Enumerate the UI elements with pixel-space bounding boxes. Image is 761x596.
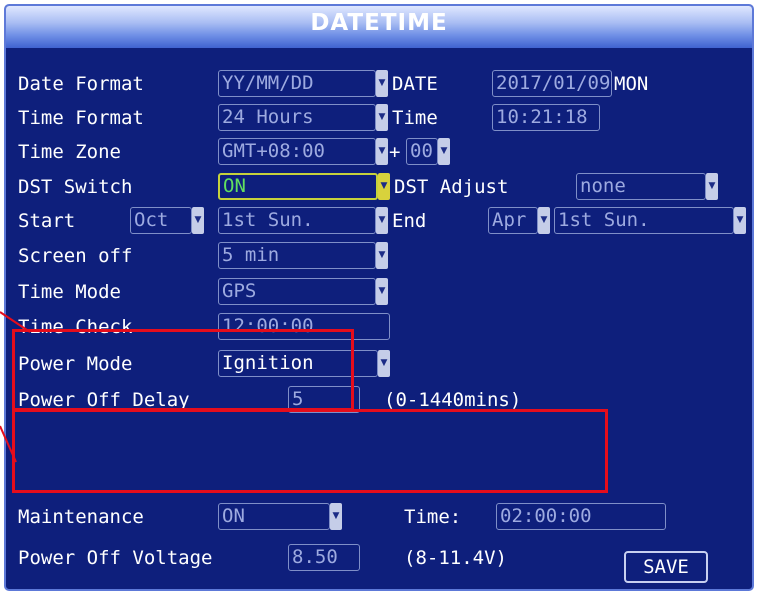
- chevron-down-icon[interactable]: ▼: [376, 278, 388, 305]
- title-bar: DATETIME: [6, 6, 752, 48]
- date-format-label: Date Format: [18, 73, 144, 95]
- time-zone-minutes-select[interactable]: 00: [406, 138, 438, 165]
- power-off-delay-hint: (0-1440mins): [384, 389, 522, 411]
- dst-adjust-select[interactable]: none: [576, 173, 706, 200]
- time-format-select[interactable]: 24 Hours: [218, 104, 376, 131]
- time-field[interactable]: 10:21:18: [492, 104, 600, 131]
- time-zone-label: Time Zone: [18, 141, 121, 163]
- time-check-label: Time Check: [18, 316, 133, 338]
- power-off-voltage-label: Power Off Voltage: [18, 547, 213, 569]
- datetime-window: DATETIME Date Format YY/MM/DD ▼ DATE 201…: [4, 4, 754, 591]
- time-zone-select[interactable]: GMT+08:00: [218, 138, 376, 165]
- date-label: DATE: [392, 73, 438, 95]
- end-month-select[interactable]: Apr: [488, 207, 538, 234]
- end-week-select[interactable]: 1st Sun.: [554, 207, 734, 234]
- power-mode-select[interactable]: Ignition: [218, 350, 378, 377]
- power-off-delay-field[interactable]: 5: [288, 386, 360, 413]
- start-month-select[interactable]: Oct: [130, 207, 192, 234]
- dst-switch-select[interactable]: ON: [218, 173, 378, 200]
- screen-off-label: Screen off: [18, 245, 133, 267]
- chevron-down-icon[interactable]: ▼: [734, 207, 746, 234]
- power-mode-label: Power Mode: [18, 353, 133, 375]
- maintenance-time-label: Time:: [404, 506, 462, 528]
- screen-off-select[interactable]: 5 min: [218, 242, 376, 269]
- weekday-label: MON: [614, 73, 649, 95]
- maintenance-label: Maintenance: [18, 506, 144, 528]
- time-check-field[interactable]: 12:00:00: [218, 313, 390, 340]
- start-week-select[interactable]: 1st Sun.: [218, 207, 376, 234]
- chevron-down-icon[interactable]: ▼: [376, 104, 388, 131]
- end-label: End: [392, 210, 427, 232]
- chevron-down-icon[interactable]: ▼: [376, 207, 388, 234]
- chevron-down-icon[interactable]: ▼: [378, 173, 390, 200]
- time-mode-select[interactable]: GPS: [218, 278, 376, 305]
- power-off-delay-label: Power Off Delay: [18, 389, 190, 411]
- maintenance-select[interactable]: ON: [218, 503, 330, 530]
- chevron-down-icon[interactable]: ▼: [378, 350, 390, 377]
- time-format-label: Time Format: [18, 107, 144, 129]
- maintenance-time-field[interactable]: 02:00:00: [496, 503, 666, 530]
- chevron-down-icon[interactable]: ▼: [376, 70, 388, 97]
- chevron-down-icon[interactable]: ▼: [538, 207, 550, 234]
- chevron-down-icon[interactable]: ▼: [330, 503, 342, 530]
- start-label: Start: [18, 210, 76, 232]
- dst-adjust-label: DST Adjust: [394, 176, 509, 198]
- power-off-voltage-field[interactable]: 8.50: [288, 544, 360, 571]
- chevron-down-icon[interactable]: ▼: [706, 173, 718, 200]
- chevron-down-icon[interactable]: ▼: [376, 138, 388, 165]
- date-field[interactable]: 2017/01/09: [492, 70, 612, 97]
- time-mode-label: Time Mode: [18, 281, 121, 303]
- power-off-voltage-hint: (8-11.4V): [404, 547, 507, 569]
- save-button[interactable]: SAVE: [624, 551, 708, 583]
- window-title: DATETIME: [310, 10, 448, 36]
- chevron-down-icon[interactable]: ▼: [438, 138, 450, 165]
- time-zone-plus: +: [389, 141, 401, 163]
- chevron-down-icon[interactable]: ▼: [192, 207, 204, 234]
- chevron-down-icon[interactable]: ▼: [376, 242, 388, 269]
- time-label: Time: [392, 107, 438, 129]
- dst-switch-label: DST Switch: [18, 176, 133, 198]
- date-format-select[interactable]: YY/MM/DD: [218, 70, 376, 97]
